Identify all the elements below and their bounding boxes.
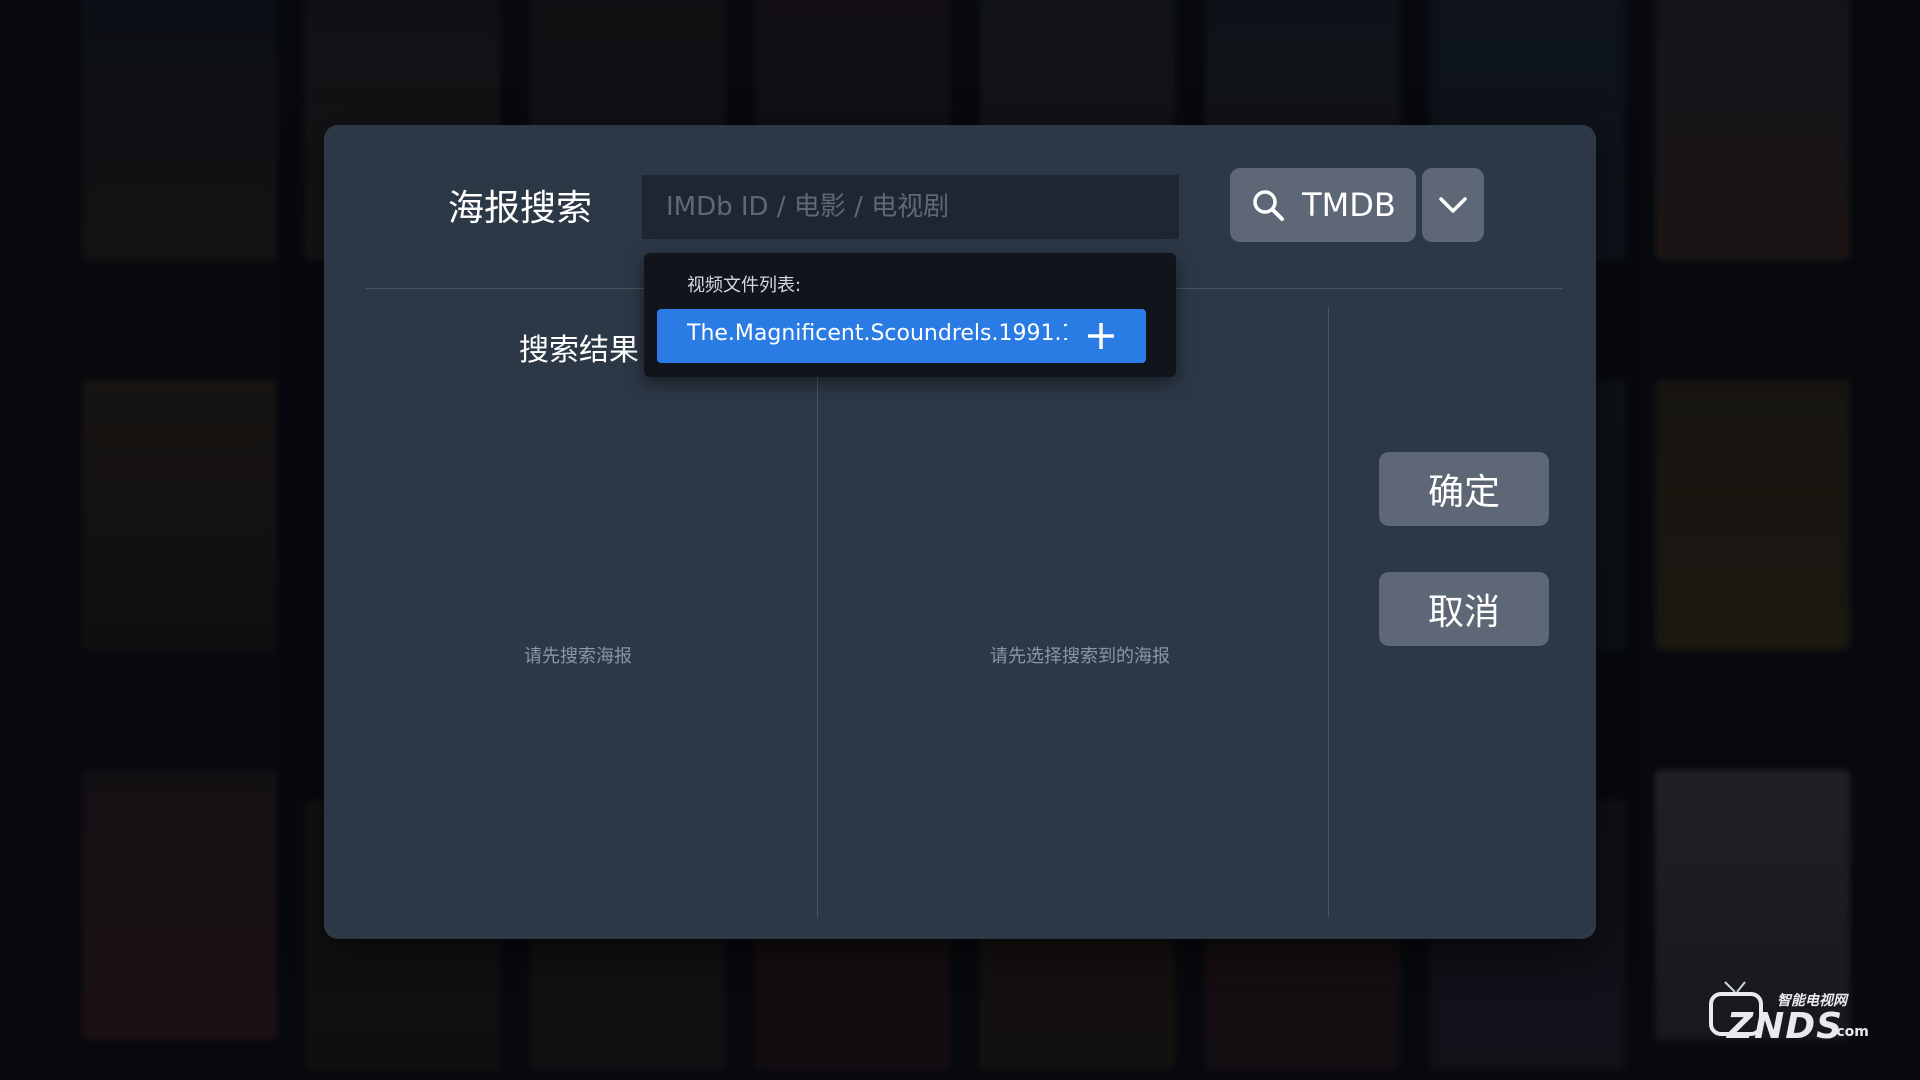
znds-watermark-logo: 智能电视网 ZNDS .com [1705, 980, 1875, 1050]
search-input[interactable] [642, 175, 1179, 239]
dialog-title: 海报搜索 [448, 188, 593, 229]
results-empty-hint: 请先搜索海报 [524, 646, 632, 667]
search-tmdb-button[interactable]: TMDB [1230, 168, 1416, 242]
chevron-down-icon [1439, 197, 1467, 213]
search-icon [1253, 190, 1285, 221]
results-label: 搜索结果 [519, 333, 639, 368]
cancel-button[interactable]: 取消 [1379, 572, 1549, 646]
watermark-brand: ZNDS [1727, 1006, 1844, 1047]
search-button-label: TMDB [1302, 186, 1396, 224]
video-file-list-popup: 视频文件列表: The.Magnificent.Scoundrels.1991.… [644, 253, 1176, 377]
video-file-name: The.Magnificent.Scoundrels.1991.1 [687, 321, 1067, 346]
watermark-suffix: .com [1831, 1024, 1869, 1040]
poster-search-dialog: 海报搜索 TMDB 搜索结果 请先搜索海报 请先选择搜索到的海报 确定 取消 [324, 125, 1596, 939]
source-dropdown-button[interactable] [1422, 168, 1484, 242]
preview-empty-hint: 请先选择搜索到的海报 [990, 646, 1170, 667]
video-file-item[interactable]: The.Magnificent.Scoundrels.1991.1 [657, 309, 1146, 363]
column-divider-left [817, 307, 818, 917]
plus-icon[interactable] [1086, 321, 1116, 351]
column-divider-right [1328, 307, 1329, 917]
popup-title: 视频文件列表: [687, 275, 802, 296]
confirm-button[interactable]: 确定 [1379, 452, 1549, 526]
